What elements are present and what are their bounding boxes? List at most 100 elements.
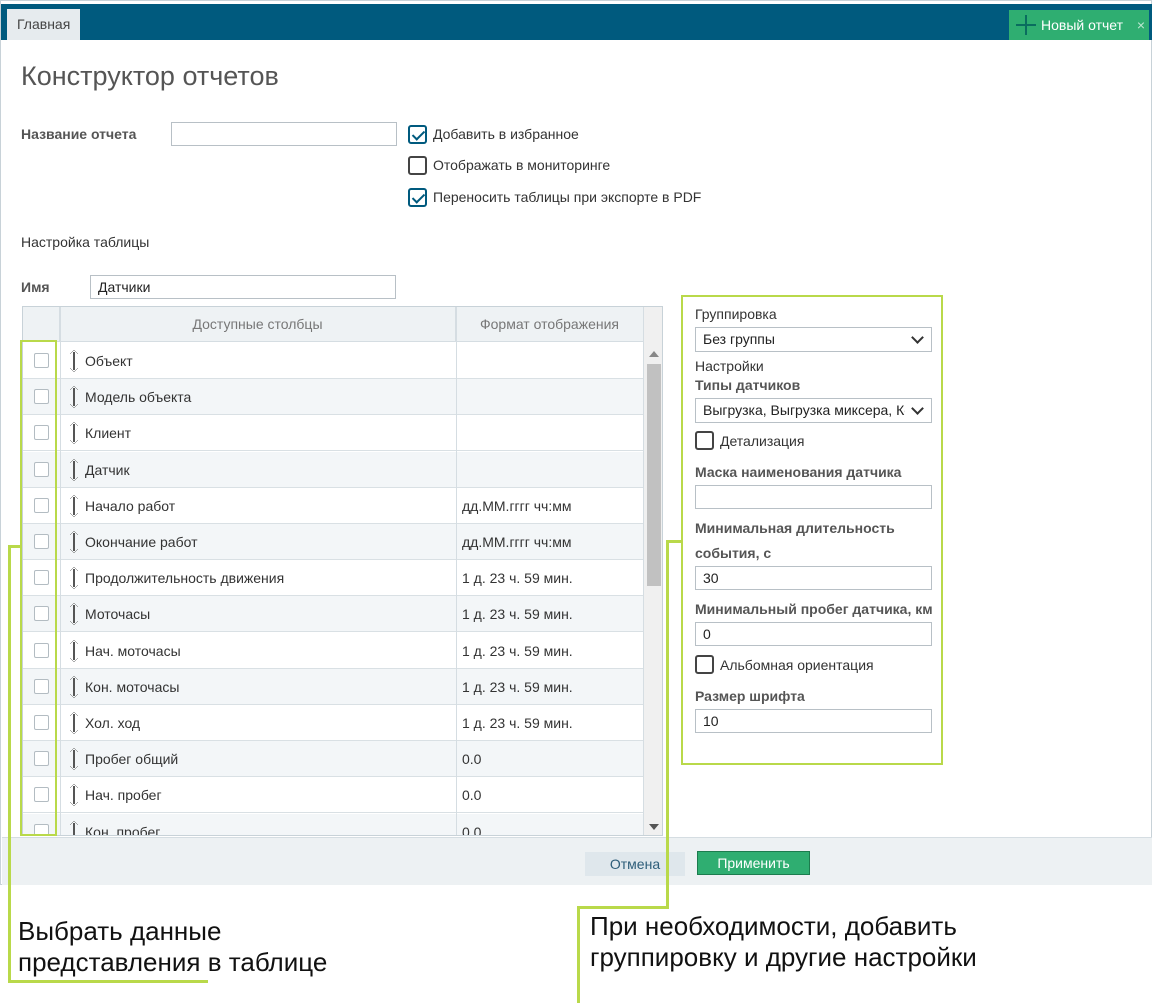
table-row[interactable]: Моточасы 1 д. 23 ч. 59 мин.: [23, 596, 643, 633]
column-name: Хол. ход: [85, 715, 141, 731]
drag-handle-icon[interactable]: [70, 567, 78, 590]
callout-connector: [577, 906, 669, 909]
favorites-checkbox[interactable]: [408, 125, 427, 144]
grid-header: Доступные столбцы Формат отображения: [23, 307, 643, 342]
table-name-label: Имя: [21, 279, 50, 295]
column-format: 1 д. 23 ч. 59 мин.: [462, 642, 573, 659]
pdf-wrap-label: Переносить таблицы при экспорте в PDF: [433, 189, 702, 205]
column-format: 0.0: [462, 823, 482, 836]
tab-home[interactable]: Главная: [7, 9, 81, 40]
table-row[interactable]: Модель объекта: [23, 379, 643, 416]
callout-connector: [577, 906, 580, 1003]
grid-header-format: Формат отображения: [479, 316, 619, 332]
grid-scrollbar[interactable]: [643, 307, 662, 835]
drag-handle-icon[interactable]: [70, 494, 78, 517]
column-name: Нач. моточасы: [85, 642, 181, 659]
callout-connector: [666, 540, 669, 908]
tab-new-report[interactable]: Новый отчет ×: [1009, 10, 1149, 40]
table-row[interactable]: Клиент: [23, 415, 643, 452]
checkbox-column-highlight: [20, 340, 57, 836]
tab-bar: Главная Новый отчет ×: [1, 4, 1152, 40]
column-name: Окончание работ: [85, 534, 198, 550]
apply-button[interactable]: Применить: [697, 851, 810, 875]
grid-header-available: Доступные столбцы: [60, 307, 456, 342]
table-name-input[interactable]: Датчики: [90, 275, 396, 299]
report-name-input[interactable]: [171, 122, 397, 146]
app-window: Главная Новый отчет × Конструктор отчето…: [0, 0, 1152, 885]
column-name: Кон. моточасы: [85, 678, 180, 695]
grid-separator: [456, 307, 457, 835]
drag-handle-icon[interactable]: [70, 386, 78, 409]
monitoring-label: Отображать в мониторинге: [433, 157, 611, 173]
left-callout-line-2: представления в таблице: [18, 947, 328, 977]
table-settings-heading: Настройка таблицы: [21, 234, 150, 250]
table-row[interactable]: Объект: [23, 343, 643, 379]
column-name: Моточасы: [85, 606, 151, 623]
report-builder-screen: Главная Новый отчет × Конструктор отчето…: [0, 0, 1152, 1003]
drag-handle-icon[interactable]: [70, 422, 78, 445]
column-format: 1 д. 23 ч. 59 мин.: [462, 678, 573, 695]
table-row[interactable]: Нач. моточасы 1 д. 23 ч. 59 мин.: [23, 633, 643, 669]
settings-panel-highlight: [681, 295, 943, 765]
drag-handle-icon[interactable]: [70, 531, 78, 553]
drag-handle-icon[interactable]: [70, 712, 78, 734]
table-row[interactable]: Продолжительность движения 1 д. 23 ч. 59 …: [23, 560, 643, 597]
right-callout-line-1: При необходимости, добавить: [590, 911, 957, 941]
favorites-label: Добавить в избранное: [433, 126, 579, 142]
footer-bar: Отмена Применить: [2, 837, 1152, 885]
callout-connector: [8, 545, 11, 983]
column-format: дд.ММ.гггг чч:мм: [462, 534, 572, 550]
left-callout-text: Выбрать данные представления в таблице: [18, 916, 327, 978]
column-format: дд.ММ.гггг чч:мм: [462, 497, 572, 514]
cancel-button[interactable]: Отмена: [585, 852, 685, 876]
column-format: 0.0: [462, 787, 482, 804]
column-format: 1 д. 23 ч. 59 мин.: [462, 570, 573, 587]
report-name-label: Название отчета: [21, 126, 137, 142]
drag-handle-icon[interactable]: [70, 784, 78, 807]
column-name: Датчик: [85, 461, 130, 478]
column-name: Клиент: [85, 425, 132, 442]
table-row[interactable]: Нач. пробег 0.0: [23, 777, 643, 814]
grid-header-select: [23, 307, 60, 342]
drag-handle-icon[interactable]: [70, 675, 78, 698]
page-title: Конструктор отчетов: [21, 61, 279, 91]
drag-handle-icon[interactable]: [70, 820, 78, 835]
column-name: Пробег общий: [85, 751, 179, 768]
column-format: 0.0: [462, 751, 482, 768]
scroll-down-icon[interactable]: [649, 824, 659, 830]
drag-handle-icon[interactable]: [70, 350, 78, 372]
close-icon[interactable]: ×: [1137, 10, 1145, 40]
plus-icon: [1015, 10, 1037, 40]
table-row[interactable]: Пробег общий 0.0: [23, 741, 643, 778]
column-name: Нач. пробег: [85, 787, 162, 804]
columns-grid: Доступные столбцы Формат отображения Объ…: [22, 306, 663, 836]
table-row[interactable]: Хол. ход 1 д. 23 ч. 59 мин.: [23, 705, 643, 741]
table-row[interactable]: Кон. моточасы 1 д. 23 ч. 59 мин.: [23, 668, 643, 705]
callout-connector: [668, 540, 682, 543]
column-name: Кон. пробег: [85, 823, 161, 836]
drag-handle-icon[interactable]: [70, 603, 78, 626]
table-row[interactable]: Датчик: [23, 451, 643, 488]
tab-new-report-label: Новый отчет: [1041, 17, 1124, 33]
column-format: 1 д. 23 ч. 59 мин.: [462, 606, 573, 623]
grid-separator: [60, 307, 61, 835]
scroll-thumb[interactable]: [647, 364, 661, 586]
drag-handle-icon[interactable]: [70, 639, 78, 662]
column-name: Продолжительность движения: [85, 570, 285, 587]
callout-connector: [8, 980, 208, 983]
column-name: Объект: [85, 353, 133, 369]
column-name: Модель объекта: [85, 389, 192, 406]
column-name: Начало работ: [85, 497, 176, 514]
right-callout-text: При необходимости, добавить группировку …: [590, 911, 977, 973]
table-row[interactable]: Окончание работ дд.ММ.гггг чч:мм: [23, 524, 643, 560]
scroll-up-icon[interactable]: [649, 351, 659, 357]
right-callout-line-2: группировку и другие настройки: [590, 942, 977, 972]
table-row[interactable]: Начало работ дд.ММ.гггг чч:мм: [23, 488, 643, 524]
left-callout-line-1: Выбрать данные: [18, 916, 222, 946]
column-format: 1 д. 23 ч. 59 мин.: [462, 715, 573, 731]
monitoring-checkbox[interactable]: [408, 156, 427, 175]
drag-handle-icon[interactable]: [70, 458, 78, 481]
table-row[interactable]: Кон. пробег 0.0: [23, 813, 643, 836]
drag-handle-icon[interactable]: [70, 748, 78, 771]
pdf-wrap-checkbox[interactable]: [408, 188, 427, 207]
